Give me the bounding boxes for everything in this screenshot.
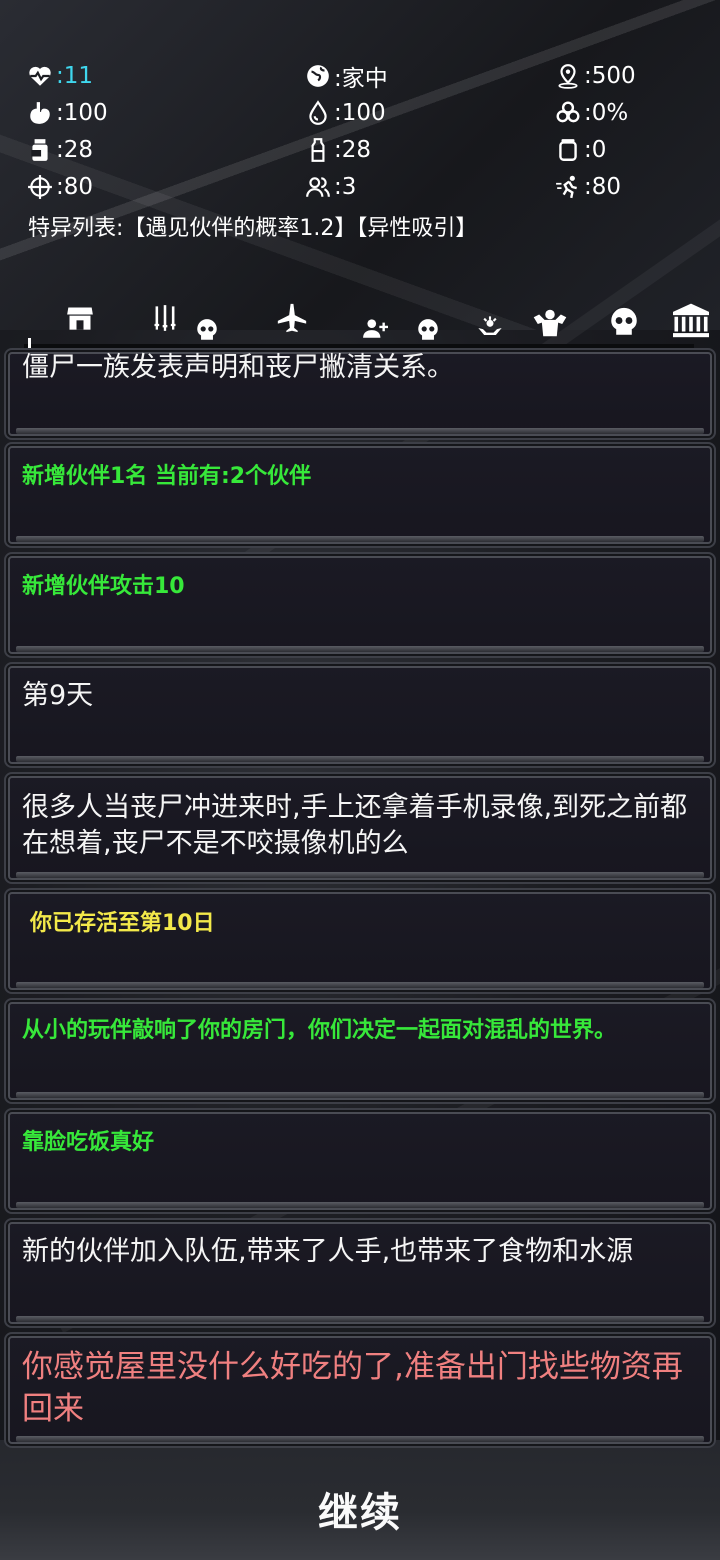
- stat-health: :11: [26, 58, 93, 94]
- log-entry: 靠脸吃饭真好: [4, 1108, 716, 1214]
- log-entry: 很多人当丧尸冲进来时,手上还拿着手机录像,到死之前都在想着,丧尸不是不咬摄像机的…: [4, 772, 716, 884]
- stat-food-value: :28: [56, 137, 94, 163]
- stat-food: :28: [26, 132, 93, 168]
- stat-companions-value: :3: [334, 174, 357, 200]
- shop-tab[interactable]: [64, 296, 96, 340]
- log-entry-text: 僵尸一族发表声明和丧尸撇清关系。: [22, 352, 454, 383]
- map-pin-icon: [554, 62, 582, 90]
- skull-icon: [611, 307, 637, 335]
- stat-hunger-value: :100: [56, 100, 108, 126]
- log-entry-text: 新增伙伴1名 当前有:2个伙伴: [22, 464, 312, 489]
- log-entry-text: 你已存活至第10日: [30, 911, 215, 936]
- stat-row: :80 :3 :80: [26, 169, 706, 206]
- bank-tab[interactable]: [668, 298, 714, 342]
- airplane-icon: [277, 303, 307, 333]
- log-entry-text: 新增伙伴攻击10: [22, 574, 185, 599]
- log-entry: 从小的玩伴敲响了你的房门，你们决定一起面对混乱的世界。: [4, 998, 716, 1104]
- travel-tab[interactable]: [272, 296, 312, 340]
- stat-companions: :3: [304, 169, 356, 205]
- stat-distance: :500: [554, 58, 636, 94]
- stat-infection-value: :0%: [584, 100, 629, 126]
- stats-panel: :11 :家中 :500 :100 :100:0%:28:28:0:8…: [26, 58, 706, 206]
- crosshair-icon: [26, 173, 54, 201]
- stat-row: :28 :28 :0: [26, 132, 706, 169]
- food-can-icon: [26, 136, 54, 164]
- supply-jar-icon: [554, 136, 582, 164]
- scroll-marker: [28, 338, 31, 348]
- stat-infection: :0%: [554, 95, 628, 131]
- stat-row: :100 :100 :0%: [26, 95, 706, 132]
- log-entry: 你已存活至第10日: [4, 888, 716, 994]
- skull-icon: [418, 319, 438, 340]
- group-icon: [304, 173, 332, 201]
- stomach-icon: [26, 99, 54, 127]
- skull-icon: [197, 319, 217, 340]
- globe-icon: [304, 62, 332, 90]
- log-entry: 新的伙伴加入队伍,带来了人手,也带来了食物和水源: [4, 1218, 716, 1328]
- training-tab[interactable]: [530, 302, 570, 346]
- stat-thirst-value: :100: [334, 100, 386, 126]
- stat-attack: :80: [26, 169, 93, 205]
- log-entry: 第9天: [4, 662, 716, 768]
- zombie-tab-3[interactable]: [602, 300, 646, 344]
- bio-hand-icon: [478, 316, 502, 335]
- stat-agility-value: :80: [584, 174, 622, 200]
- heart-pulse-icon: [26, 62, 54, 90]
- stat-water: :28: [304, 132, 371, 168]
- log-entry: 新增伙伴攻击10: [4, 552, 716, 658]
- stat-ammo-value: :0: [584, 137, 607, 163]
- stat-water-value: :28: [334, 137, 372, 163]
- stat-thirst: :100: [304, 95, 386, 131]
- weapons-tab[interactable]: [148, 296, 182, 340]
- action-tab-bar: [24, 296, 720, 346]
- continue-button[interactable]: 继续: [0, 1480, 720, 1538]
- log-entry-text: 很多人当丧尸冲进来时,手上还拿着手机录像,到死之前都在想着,丧尸不是不咬摄像机的…: [22, 792, 688, 859]
- log-entry-text: 你感觉屋里没什么好吃的了,准备出门找些物资再回来: [22, 1349, 683, 1427]
- water-bottle-icon: [304, 136, 332, 164]
- log-entry-text: 新的伙伴加入队伍,带来了人手,也带来了食物和水源: [22, 1236, 634, 1267]
- log-entry-text: 从小的玩伴敲响了你的房门，你们决定一起面对混乱的世界。: [22, 1018, 617, 1043]
- stat-location: :家中: [304, 58, 388, 94]
- muscle-icon: [533, 309, 567, 337]
- weapons-icon: [154, 305, 176, 331]
- stat-location-value: :家中: [334, 66, 388, 92]
- log-entry: 你感觉屋里没什么好吃的了,准备出门找些物资再回来: [4, 1332, 716, 1448]
- traits-list: 特异列表:【遇见伙伴的概率1.2】【异性吸引】: [28, 216, 478, 241]
- stat-attack-value: :80: [56, 174, 94, 200]
- stat-hunger: :100: [26, 95, 108, 131]
- water-drop-icon: [304, 99, 332, 127]
- log-entry: 僵尸一族发表声明和丧尸撇清关系。: [4, 348, 716, 440]
- log-entry: 新增伙伴1名 当前有:2个伙伴: [4, 442, 716, 548]
- stat-row: :11 :家中 :500: [26, 58, 706, 95]
- stat-distance-value: :500: [584, 63, 636, 89]
- biohazard-icon: [554, 99, 582, 127]
- log-entry-text: 第9天: [22, 680, 94, 711]
- log-entry-text: 靠脸吃饭真好: [22, 1130, 155, 1155]
- stat-ammo: :0: [554, 132, 606, 168]
- bank-icon: [673, 303, 709, 338]
- stat-health-value: :11: [56, 63, 94, 89]
- add-companion-icon: [363, 319, 388, 338]
- stat-agility: :80: [554, 169, 621, 205]
- shop-icon: [67, 307, 93, 330]
- runner-icon: [554, 173, 582, 201]
